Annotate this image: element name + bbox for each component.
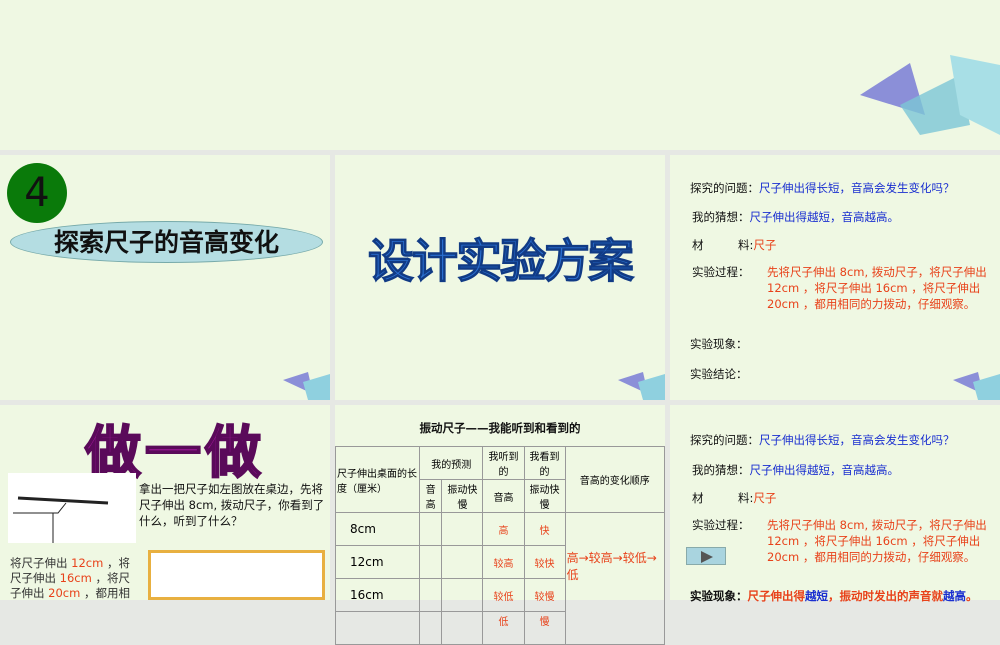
cell bbox=[335, 611, 420, 645]
slide-title: 设计实验方案 bbox=[368, 234, 635, 289]
value: 20cm bbox=[48, 586, 81, 600]
header: 振动快慢 bbox=[523, 479, 566, 513]
cell: 16cm bbox=[335, 578, 420, 612]
material: 尺子 bbox=[753, 491, 777, 505]
label: 实验过程： bbox=[692, 518, 750, 532]
label: 实验现象： bbox=[690, 337, 748, 351]
hand-plucking-ruler-image bbox=[148, 550, 325, 600]
header: 音高 bbox=[418, 479, 443, 513]
header: 音高的变化顺序 bbox=[564, 446, 666, 513]
value: 16cm bbox=[59, 571, 92, 585]
process: 先将尺子伸出 8cm, 拨动尺子，将尺子伸出 12cm ，将尺子伸出 16cm … bbox=[767, 265, 987, 311]
text: 将尺子伸出 bbox=[10, 556, 72, 570]
cell: 较低 bbox=[482, 578, 525, 612]
cell: 12cm bbox=[335, 545, 420, 579]
question: 尺子伸出得长短，音高会发生变化吗？ bbox=[759, 181, 955, 195]
cell: 8cm bbox=[335, 512, 420, 546]
label: 材 料: bbox=[692, 491, 754, 505]
cell: 高 bbox=[482, 512, 525, 546]
header: 我听到的 bbox=[482, 446, 525, 480]
guess: 尺子伸出得越短，音高越高。 bbox=[749, 463, 900, 477]
decorative-shapes-icon bbox=[860, 55, 1000, 135]
text: 越短 bbox=[805, 589, 828, 603]
label: 我的猜想： bbox=[692, 210, 750, 224]
cell: 低 bbox=[482, 611, 525, 645]
label: 材 料: bbox=[692, 238, 754, 252]
label: 我的猜想： bbox=[692, 463, 750, 477]
header: 振动快慢 bbox=[441, 479, 484, 513]
instruction-text: 拿出一把尺子如左图放在桌边，先将尺子伸出 8cm, 拨动尺子，你看到了什么，听到… bbox=[139, 482, 325, 528]
header: 音高 bbox=[482, 479, 525, 513]
previous-slide-bottom[interactable] bbox=[0, 0, 1000, 150]
ruler-on-table-image bbox=[8, 473, 136, 543]
table-row: 8cm 高快高→较高→较低→低 bbox=[335, 512, 666, 645]
guess: 尺子伸出得越短，音高越高。 bbox=[749, 210, 900, 224]
text: ，振动时发出的声音就 bbox=[828, 589, 943, 603]
text: 尺子伸出得 bbox=[747, 589, 806, 603]
header: 我的预测 bbox=[418, 446, 484, 480]
label: 实验结论： bbox=[690, 367, 748, 381]
cell: 较慢 bbox=[523, 578, 566, 612]
decorative-shapes-icon bbox=[283, 372, 330, 400]
cell: 较高 bbox=[482, 545, 525, 579]
material: 尺子 bbox=[753, 238, 777, 252]
text: 。 bbox=[966, 589, 978, 603]
cell: 较快 bbox=[523, 545, 566, 579]
slide-title: 振动尺子——我能听到和看到的 bbox=[419, 421, 581, 435]
label: 实验过程： bbox=[692, 265, 750, 279]
play-button[interactable] bbox=[686, 547, 726, 565]
decorative-shapes-icon bbox=[953, 372, 1000, 400]
text: ，都用相 bbox=[80, 586, 130, 600]
process: 先将尺子伸出 8cm, 拨动尺子，将尺子伸出 12cm ，将尺子伸出 16cm … bbox=[767, 518, 987, 564]
results-table: 尺子伸出桌面的长度（厘米） 我的预测 我听到的 我看到的 音高的变化顺序 音高 振动快慢音… bbox=[335, 446, 666, 645]
order-cell: 高→较高→较低→低 bbox=[564, 512, 666, 645]
cell: 慢 bbox=[523, 611, 566, 645]
question: 尺子伸出得长短，音高会发生变化吗？ bbox=[759, 433, 955, 447]
decorative-shapes-icon bbox=[618, 372, 665, 400]
label: 探究的问题： bbox=[690, 181, 759, 195]
header: 尺子伸出桌面的长度（厘米） bbox=[335, 446, 420, 513]
value: 12cm bbox=[71, 556, 104, 570]
section-number-badge: 4 bbox=[7, 163, 67, 223]
slide-title: 探索尺子的音高变化 bbox=[10, 221, 323, 263]
text: 越高 bbox=[943, 589, 966, 603]
label: 探究的问题： bbox=[690, 433, 759, 447]
label: 实验现象： bbox=[690, 589, 748, 603]
cell: 快 bbox=[523, 512, 566, 546]
header: 我看到的 bbox=[523, 446, 566, 480]
